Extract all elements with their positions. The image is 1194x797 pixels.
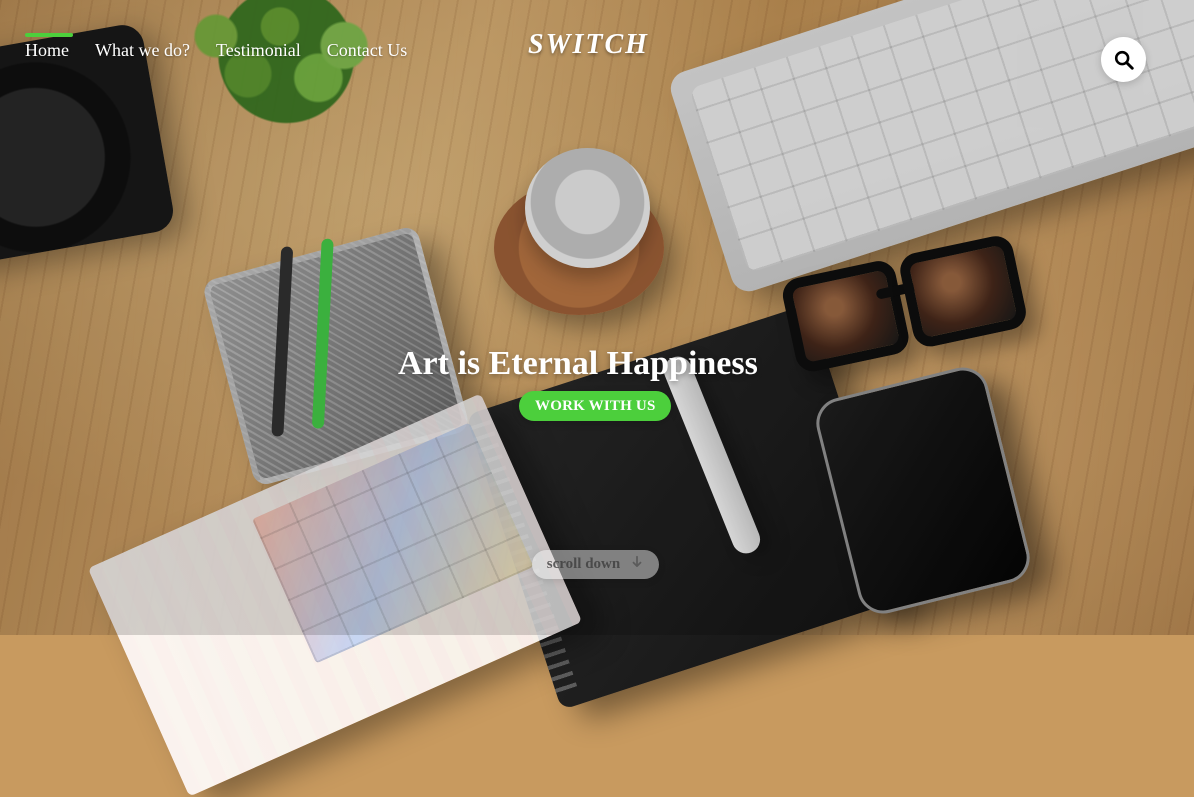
nav-home[interactable]: Home xyxy=(25,33,73,61)
hero-title: Art is Eternal Happiness xyxy=(398,344,758,382)
search-icon xyxy=(1113,49,1135,71)
work-with-us-button[interactable]: WORK WITH US xyxy=(519,391,672,421)
brand-logo[interactable]: SWITCH xyxy=(528,29,649,61)
nav-testimonial[interactable]: Testimonial xyxy=(216,33,301,61)
nav-what-we-do[interactable]: What we do? xyxy=(95,33,190,61)
scroll-down-button[interactable]: scroll down xyxy=(532,550,659,579)
scroll-down-label: scroll down xyxy=(546,556,621,572)
nav-contact-us[interactable]: Contact Us xyxy=(327,33,408,61)
search-button[interactable] xyxy=(1101,37,1146,82)
arrow-down-icon xyxy=(630,555,644,574)
top-navigation: Home What we do? Testimonial Contact Us … xyxy=(0,0,1194,100)
main-menu: Home What we do? Testimonial Contact Us xyxy=(25,33,407,61)
